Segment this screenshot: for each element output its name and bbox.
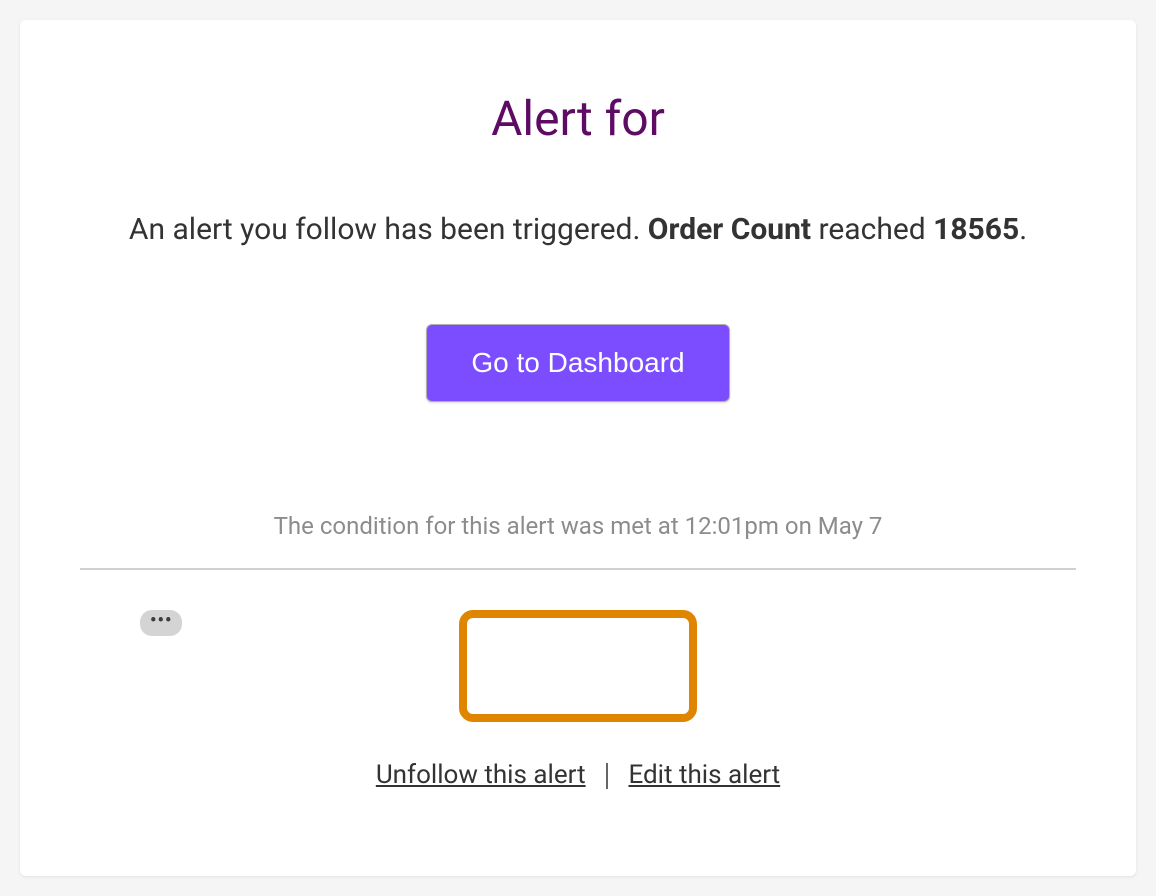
alert-metric-name: Order Count xyxy=(648,212,811,247)
more-options-icon[interactable]: ••• xyxy=(140,610,182,636)
alert-description-suffix: . xyxy=(1019,212,1027,247)
alert-title: Alert for xyxy=(80,90,1076,147)
footer-links: Unfollow this alert Edit this alert xyxy=(80,760,1076,790)
alert-metric-value: 18565 xyxy=(933,212,1019,247)
highlight-box xyxy=(459,610,697,722)
alert-description: An alert you follow has been triggered. … xyxy=(120,207,1036,254)
unfollow-alert-link[interactable]: Unfollow this alert xyxy=(376,760,586,790)
button-container: Go to Dashboard xyxy=(80,324,1076,402)
divider xyxy=(80,568,1076,570)
go-to-dashboard-button[interactable]: Go to Dashboard xyxy=(426,324,729,402)
edit-alert-link[interactable]: Edit this alert xyxy=(628,760,780,790)
footer-separator xyxy=(606,763,608,789)
alert-description-middle: reached xyxy=(811,212,933,247)
alert-condition-text: The condition for this alert was met at … xyxy=(80,512,1076,540)
alert-card: Alert for An alert you follow has been t… xyxy=(20,20,1136,876)
alert-description-prefix: An alert you follow has been triggered. xyxy=(129,212,648,247)
mid-section: ••• xyxy=(80,610,1076,722)
